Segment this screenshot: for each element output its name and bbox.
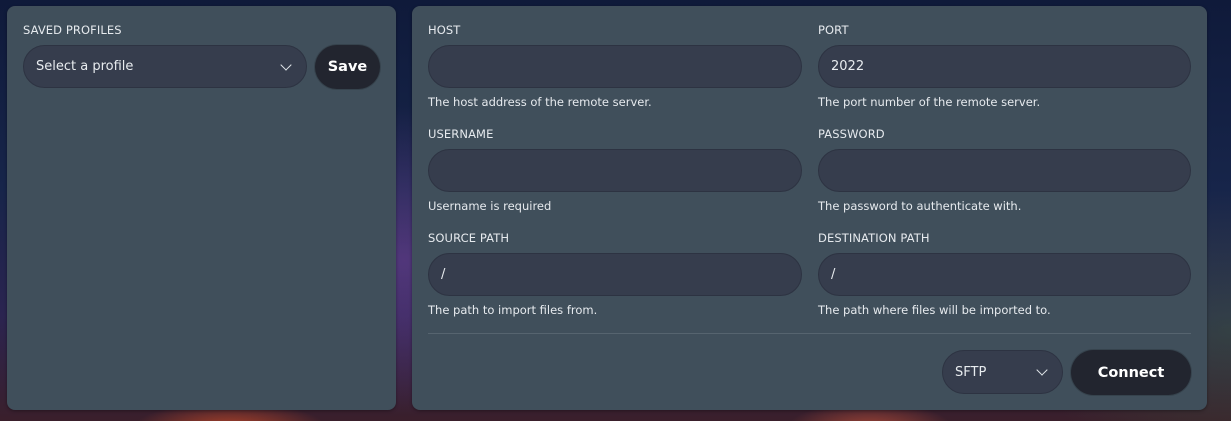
source-path-input-wrapper[interactable] [428, 253, 802, 296]
source-path-help: The path to import files from. [428, 303, 598, 317]
username-help: Username is required [428, 199, 552, 213]
password-input[interactable] [831, 163, 1178, 178]
protocol-select-value: SFTP [955, 364, 987, 380]
saved-profiles-panel: SAVED PROFILES Select a profile Save [7, 6, 396, 410]
password-input-wrapper[interactable] [818, 149, 1191, 192]
port-label: PORT [818, 23, 849, 37]
save-profile-button[interactable]: Save [315, 45, 380, 89]
username-input-wrapper[interactable] [428, 149, 802, 192]
port-help: The port number of the remote server. [818, 95, 1041, 109]
username-label: USERNAME [428, 127, 494, 141]
password-label: PASSWORD [818, 127, 885, 141]
host-help: The host address of the remote server. [428, 95, 652, 109]
host-input-wrapper[interactable] [428, 45, 802, 88]
saved-profiles-label: SAVED PROFILES [23, 23, 122, 37]
destination-path-input[interactable] [831, 267, 1178, 282]
connection-form-panel: HOST The host address of the remote serv… [412, 6, 1207, 410]
source-path-input[interactable] [441, 267, 789, 282]
protocol-select[interactable]: SFTP [942, 350, 1063, 394]
form-divider [428, 333, 1191, 334]
connect-button[interactable]: Connect [1071, 350, 1191, 395]
username-input[interactable] [441, 163, 789, 178]
port-input-wrapper[interactable] [818, 45, 1191, 88]
host-input[interactable] [441, 59, 789, 74]
source-path-label: SOURCE PATH [428, 231, 510, 245]
profile-select-value: Select a profile [36, 59, 134, 74]
chevron-down-icon [1036, 364, 1048, 376]
destination-path-label: DESTINATION PATH [818, 231, 930, 245]
chevron-down-icon [280, 58, 292, 71]
profile-select[interactable]: Select a profile [23, 45, 307, 88]
port-input[interactable] [831, 59, 1178, 74]
password-help: The password to authenticate with. [818, 199, 1022, 213]
destination-path-help: The path where files will be imported to… [818, 303, 1051, 317]
host-label: HOST [428, 23, 461, 37]
destination-path-input-wrapper[interactable] [818, 253, 1191, 296]
